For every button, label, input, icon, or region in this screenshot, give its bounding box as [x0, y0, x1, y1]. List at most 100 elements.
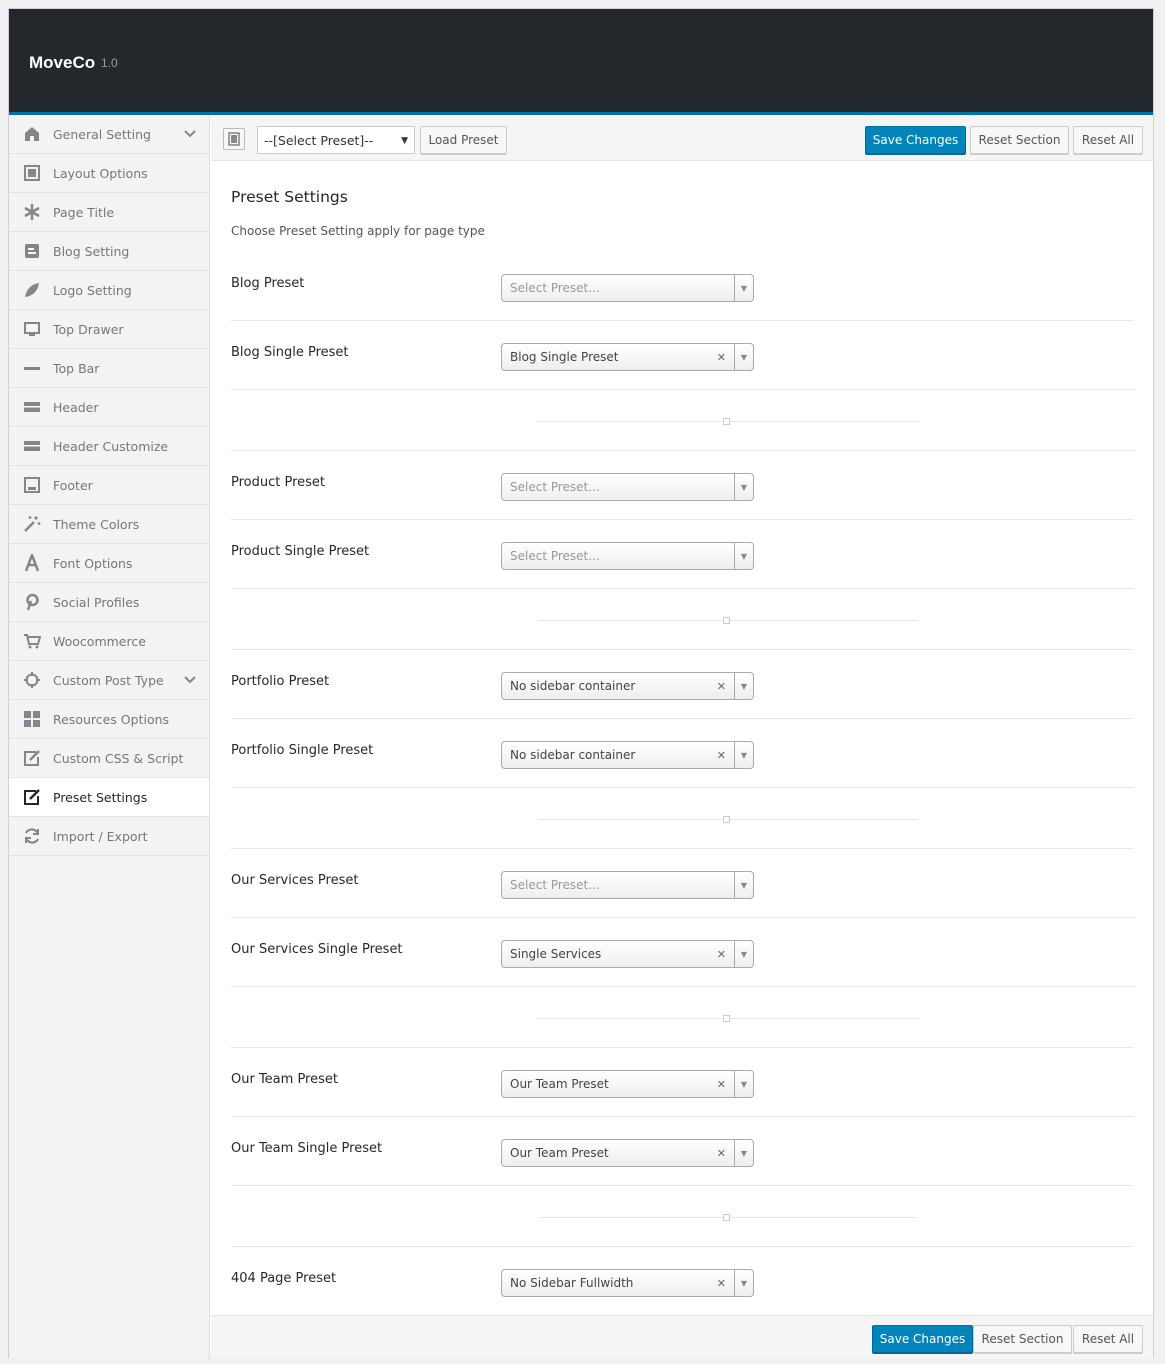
caret-down-icon[interactable]: ▼	[734, 1071, 753, 1097]
clear-icon[interactable]: ✕	[717, 1277, 726, 1290]
edit-icon	[23, 788, 41, 806]
asterisk-icon	[23, 203, 41, 221]
sidebar-item-label: Top Drawer	[53, 321, 124, 337]
caret-down-icon[interactable]: ▼	[734, 742, 753, 768]
divider-line	[538, 1214, 918, 1221]
sidebar-item-header[interactable]: Header	[9, 388, 209, 427]
caret-down-icon[interactable]: ▼	[734, 1270, 753, 1296]
preset-field-row: Portfolio Single Preset No sidebar contai…	[231, 719, 1134, 788]
caret-down-icon[interactable]: ▼	[734, 941, 753, 967]
pinterest-icon	[23, 593, 41, 611]
reset-section-button[interactable]: Reset Section	[970, 126, 1069, 154]
sidebar-item-label: Woocommerce	[53, 633, 146, 649]
save-changes-button[interactable]: Save Changes	[865, 126, 966, 154]
clear-icon[interactable]: ✕	[717, 680, 726, 693]
reset-all-button[interactable]: Reset All	[1073, 126, 1143, 154]
sidebar-item-label: Social Profiles	[53, 594, 140, 610]
clear-icon[interactable]: ✕	[717, 948, 726, 961]
preset-select-value: No sidebar container	[510, 679, 636, 693]
preset-select-field[interactable]: Our Team Preset ✕ ▼	[501, 1139, 754, 1167]
sidebar-item-top-bar[interactable]: Top Bar	[9, 349, 209, 388]
sidebar-item-blog-setting[interactable]: Blog Setting	[9, 232, 209, 271]
section-title: Preset Settings	[231, 188, 348, 206]
sidebar-item-label: Preset Settings	[53, 789, 148, 805]
preset-layout-icon[interactable]	[223, 128, 245, 150]
section-description: Choose Preset Setting apply for page typ…	[231, 224, 485, 238]
preset-select-field[interactable]: No sidebar container ✕ ▼	[501, 741, 754, 769]
preset-select-field[interactable]: Select Preset... ▼	[501, 274, 754, 302]
clear-icon[interactable]: ✕	[717, 351, 726, 364]
preset-field-label: Product Preset	[231, 475, 326, 490]
preset-select-value: Select Preset...	[510, 281, 600, 295]
sidebar-item-import-export[interactable]: Import / Export	[9, 817, 209, 856]
divider-line	[538, 617, 918, 624]
clear-icon[interactable]: ✕	[717, 1078, 726, 1091]
divider-handle	[723, 1015, 730, 1022]
caret-down-icon[interactable]: ▼	[734, 344, 753, 370]
preset-select[interactable]: --[Select Preset]-- ▼	[257, 126, 415, 154]
monitor-icon	[23, 320, 41, 338]
preset-select-field[interactable]: No Sidebar Fullwidth ✕ ▼	[501, 1269, 754, 1297]
sidebar-item-label: Layout Options	[53, 165, 148, 181]
sidebar-item-layout-options[interactable]: Layout Options	[9, 154, 209, 193]
chevron-down-icon[interactable]	[183, 127, 197, 144]
load-preset-button[interactable]: Load Preset	[420, 126, 507, 154]
preset-field-label: Our Services Single Preset	[231, 942, 403, 957]
caret-down-icon[interactable]: ▼	[734, 872, 753, 898]
footer-save-changes-button[interactable]: Save Changes	[872, 1325, 973, 1353]
preset-select-value: No sidebar container	[510, 748, 636, 762]
sidebar-item-font-options[interactable]: Font Options	[9, 544, 209, 583]
divider-handle	[723, 816, 730, 823]
sidebar-item-custom-css-script[interactable]: Custom CSS & Script	[9, 739, 209, 778]
header-customize-icon	[23, 437, 41, 455]
preset-field-row: Our Services Single Preset Single Service…	[231, 918, 1134, 987]
sidebar-item-page-title[interactable]: Page Title	[9, 193, 209, 232]
group-divider-row	[231, 987, 1134, 1048]
caret-down-icon[interactable]: ▼	[734, 474, 753, 500]
refresh-icon	[23, 827, 41, 845]
preset-field-row: Our Team Single Preset Our Team Preset ✕ ▼	[231, 1117, 1134, 1186]
preset-select-field[interactable]: No sidebar container ✕ ▼	[501, 672, 754, 700]
sidebar-item-header-customize[interactable]: Header Customize	[9, 427, 209, 466]
group-divider-row	[231, 1186, 1134, 1247]
sidebar-item-preset-settings[interactable]: Preset Settings	[9, 778, 209, 817]
sidebar-item-custom-post-type[interactable]: Custom Post Type	[9, 661, 209, 700]
grid-icon	[23, 710, 41, 728]
sidebar-item-label: Theme Colors	[53, 516, 140, 532]
sidebar-item-logo-setting[interactable]: Logo Setting	[9, 271, 209, 310]
caret-down-icon[interactable]: ▼	[734, 1140, 753, 1166]
clear-icon[interactable]: ✕	[717, 749, 726, 762]
preset-select-field[interactable]: Select Preset... ▼	[501, 871, 754, 899]
sidebar-item-label: Import / Export	[53, 828, 148, 844]
sidebar-item-resources-options[interactable]: Resources Options	[9, 700, 209, 739]
sidebar-item-label: Page Title	[53, 204, 115, 220]
preset-select-value: Single Services	[510, 947, 602, 961]
preset-select-value: Our Team Preset	[510, 1146, 609, 1160]
preset-select-value: Select Preset...	[510, 480, 600, 494]
footer-reset-section-button[interactable]: Reset Section	[973, 1325, 1072, 1353]
sidebar-item-top-drawer[interactable]: Top Drawer	[9, 310, 209, 349]
caret-down-icon[interactable]: ▼	[734, 673, 753, 699]
caret-down-icon[interactable]: ▼	[734, 275, 753, 301]
sidebar-item-general-setting[interactable]: General Setting	[9, 115, 209, 154]
preset-select-field[interactable]: Our Team Preset ✕ ▼	[501, 1070, 754, 1098]
sidebar-item-label: Resources Options	[53, 711, 170, 727]
preset-select-field[interactable]: Select Preset... ▼	[501, 473, 754, 501]
preset-select-field[interactable]: Select Preset... ▼	[501, 542, 754, 570]
sidebar-item-woocommerce[interactable]: Woocommerce	[9, 622, 209, 661]
sidebar-item-footer[interactable]: Footer	[9, 466, 209, 505]
clear-icon[interactable]: ✕	[717, 1147, 726, 1160]
divider-line	[538, 418, 918, 425]
sidebar-item-theme-colors[interactable]: Theme Colors	[9, 505, 209, 544]
footer-reset-all-button[interactable]: Reset All	[1073, 1325, 1143, 1353]
preset-select-field[interactable]: Blog Single Preset ✕ ▼	[501, 343, 754, 371]
sidebar-nav: General Setting Layout Options Page Title B…	[9, 115, 210, 1359]
preset-select-field[interactable]: Single Services ✕ ▼	[501, 940, 754, 968]
sidebar-item-label: Font Options	[53, 555, 133, 571]
caret-down-icon[interactable]: ▼	[734, 543, 753, 569]
top-toolbar: --[Select Preset]-- ▼ Load Preset Save C…	[211, 115, 1153, 161]
sidebar-item-social-profiles[interactable]: Social Profiles	[9, 583, 209, 622]
chevron-down-icon[interactable]	[183, 673, 197, 690]
app-version: 1.0	[101, 56, 118, 70]
minus-icon	[23, 359, 41, 377]
